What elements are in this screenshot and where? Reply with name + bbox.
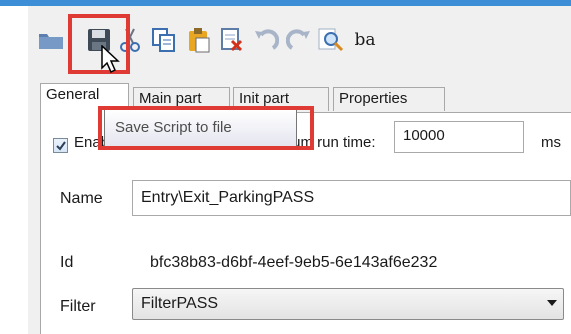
redo-icon[interactable] xyxy=(284,25,314,55)
open-folder-icon[interactable] xyxy=(36,25,66,55)
filter-dropdown[interactable]: FilterPASS xyxy=(132,288,564,320)
replace-icon[interactable]: ba xyxy=(350,25,380,55)
name-label: Name xyxy=(60,190,103,207)
id-label: Id xyxy=(60,254,74,271)
name-field[interactable]: Entry\Exit_ParkingPASS xyxy=(132,180,571,216)
tooltip-highlight xyxy=(98,106,314,150)
undo-icon[interactable] xyxy=(251,25,281,55)
delete-icon[interactable] xyxy=(217,25,247,55)
chevron-down-icon xyxy=(547,300,557,306)
tab-properties[interactable]: Properties xyxy=(333,87,445,111)
max-runtime-unit: ms xyxy=(541,134,561,151)
filter-label: Filter xyxy=(60,298,96,315)
checkmark-icon xyxy=(55,140,66,151)
copy-icon[interactable] xyxy=(149,25,179,55)
filter-selected-value: FilterPASS xyxy=(141,295,219,312)
paste-icon[interactable] xyxy=(184,25,214,55)
replace-icon-text: ba xyxy=(354,30,376,50)
mouse-cursor-icon xyxy=(101,45,120,74)
find-icon[interactable] xyxy=(316,25,346,55)
enabled-checkbox[interactable] xyxy=(53,138,68,153)
max-runtime-input[interactable]: 10000 xyxy=(394,121,524,153)
id-value: bfc38b83-d6bf-4eef-9eb5-6e143af6e232 xyxy=(150,254,438,271)
